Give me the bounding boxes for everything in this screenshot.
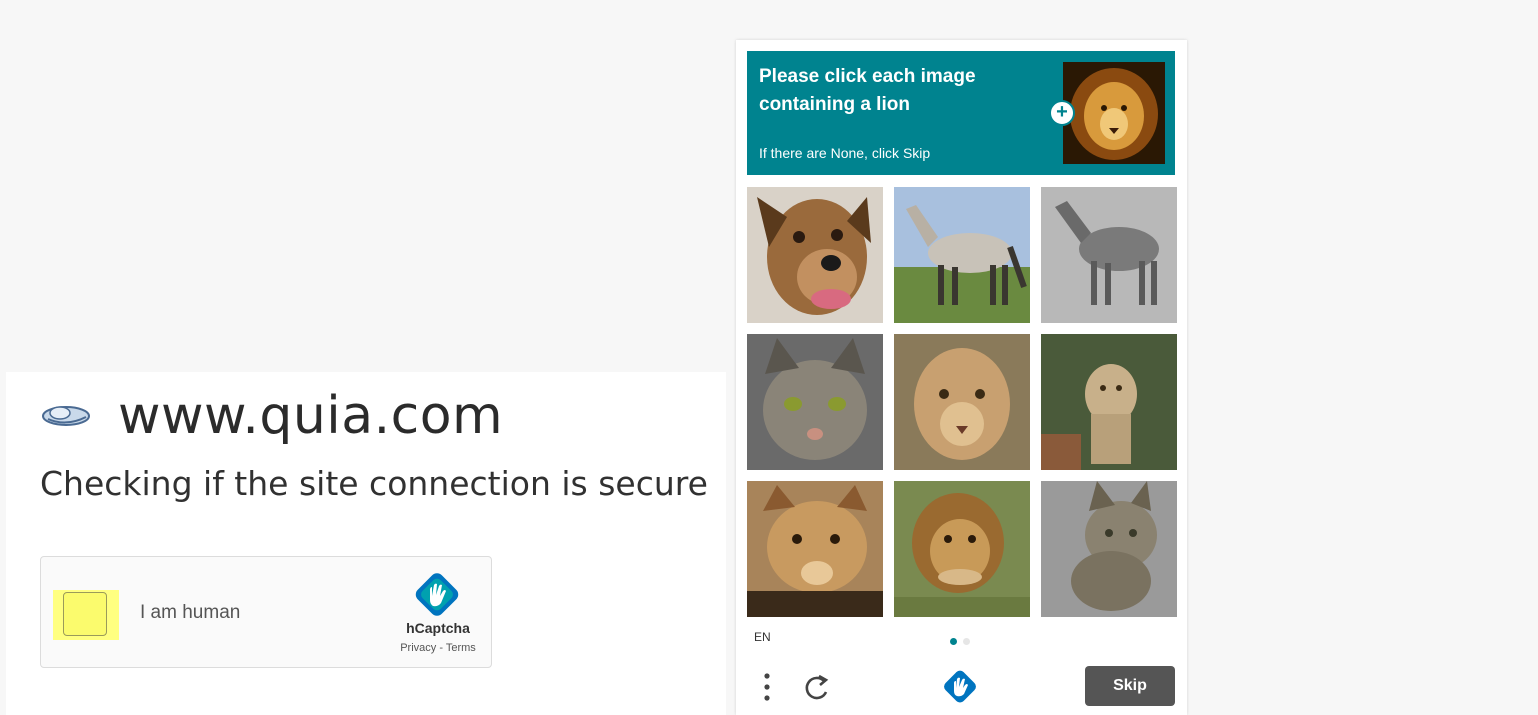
site-check-panel: www.quia.com Checking if the site connec…	[6, 372, 726, 715]
hcaptcha-logo-icon	[944, 670, 976, 703]
terms-link[interactable]: Terms	[446, 642, 476, 654]
status-message: Checking if the site connection is secur…	[40, 464, 708, 503]
quia-logo-icon	[42, 406, 90, 426]
grid-tile-lion-2[interactable]	[1041, 334, 1177, 470]
hcaptcha-brand: hCaptcha	[406, 620, 470, 636]
grid-tile-lion-1[interactable]	[894, 334, 1030, 470]
grid-tile-horse-1[interactable]	[894, 187, 1030, 323]
checkbox-label: I am human	[140, 602, 241, 623]
hcaptcha-widget: I am human hCaptcha Privacy - Terms	[40, 556, 492, 668]
site-header: www.quia.com	[40, 386, 503, 446]
link-separator: -	[436, 642, 446, 654]
privacy-link[interactable]: Privacy	[400, 642, 436, 654]
expand-example-button[interactable]: +	[1049, 100, 1075, 126]
grid-tile-cat-2[interactable]	[1041, 481, 1177, 617]
page-indicator	[950, 638, 970, 645]
grid-tile-cat-1[interactable]	[747, 334, 883, 470]
captcha-challenge-popup: Please click each image containing a lio…	[736, 40, 1187, 715]
language-selector[interactable]: EN	[754, 630, 771, 644]
page-dot-1	[950, 638, 957, 645]
human-checkbox[interactable]	[63, 592, 107, 636]
more-menu-icon[interactable]	[762, 672, 772, 702]
widget-links: Privacy - Terms	[381, 642, 495, 654]
site-name: www.quia.com	[118, 386, 504, 446]
refresh-icon[interactable]	[802, 672, 830, 702]
grid-tile-dog[interactable]	[747, 187, 883, 323]
page-dot-2	[963, 638, 970, 645]
skip-button[interactable]: Skip	[1085, 666, 1175, 706]
image-grid	[747, 187, 1177, 617]
prompt-title: Please click each image containing a lio…	[759, 66, 976, 115]
prompt-subtitle: If there are None, click Skip	[759, 145, 931, 161]
grid-tile-lion-3[interactable]	[747, 481, 883, 617]
grid-tile-horse-2[interactable]	[1041, 187, 1177, 323]
challenge-prompt: Please click each image containing a lio…	[747, 51, 1175, 175]
hcaptcha-logo-icon	[415, 573, 459, 616]
grid-tile-lion-4[interactable]	[894, 481, 1030, 617]
example-lion-image[interactable]	[1063, 62, 1165, 164]
